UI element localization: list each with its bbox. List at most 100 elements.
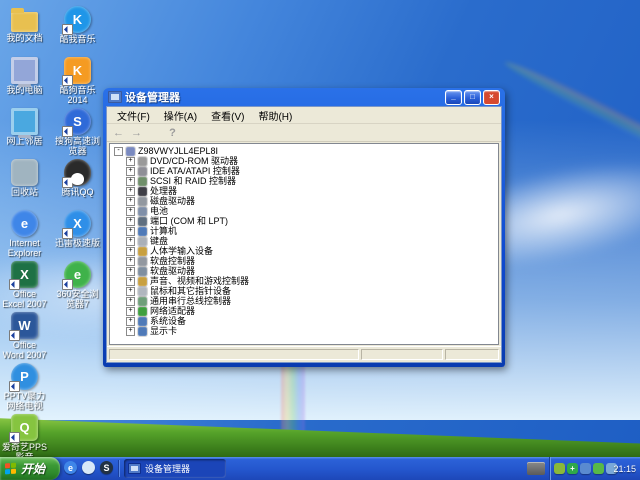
windows-logo-pane (11, 469, 16, 474)
tree-item[interactable]: + 声音、视频和游戏控制器 (114, 276, 498, 286)
tree-item-label: 软盘驱动器 (150, 266, 195, 276)
ie-quicklaunch-icon[interactable]: e (64, 461, 77, 474)
collapse-box-icon[interactable]: - (114, 147, 123, 156)
floppy-controller-icon (138, 257, 147, 266)
desktop-icon-tencent-qq[interactable]: 腾讯QQ (54, 158, 101, 209)
desktop-icon-label: 迅雷极速版 (54, 238, 101, 248)
taskbar-divider (118, 460, 119, 477)
processor-icon (138, 187, 147, 196)
desktop-icon-office-excel-2007[interactable]: X Office Excel 2007 (1, 260, 48, 311)
tree-item[interactable]: + DVD/CD-ROM 驱动器 (114, 156, 498, 166)
tree-item[interactable]: + 计算机 (114, 226, 498, 236)
desktop-icon-image (11, 108, 38, 135)
desktop-icon-label: 搜狗高速浏览器 (54, 136, 101, 156)
desktop-icon-pptv[interactable]: P PPTV聚力 网络电视 (1, 362, 48, 413)
desktop-icon-internet-explorer[interactable]: e Internet Explorer (1, 209, 48, 260)
desktop-icon-office-word-2007[interactable]: W Office Word 2007 (1, 311, 48, 362)
expand-box-icon[interactable]: + (126, 297, 135, 306)
expand-box-icon[interactable]: + (126, 167, 135, 176)
tree-item[interactable]: + 磁盘驱动器 (114, 196, 498, 206)
qq-quicklaunch-icon[interactable] (82, 461, 95, 474)
expand-box-icon[interactable]: + (126, 287, 135, 296)
tree-item[interactable]: + SCSI 和 RAID 控制器 (114, 176, 498, 186)
menu-item[interactable]: 帮助(H) (252, 107, 298, 124)
window-title: 设备管理器 (125, 89, 440, 105)
tree-root-row[interactable]: - Z98VWYJLL4EPL8I (114, 146, 498, 156)
expand-box-icon[interactable]: + (126, 217, 135, 226)
expand-box-icon[interactable]: + (126, 327, 135, 336)
toolbar: ←→? (107, 124, 501, 142)
tree-item[interactable]: + 人体学输入设备 (114, 246, 498, 256)
menu-item[interactable]: 查看(V) (205, 107, 250, 124)
tree-item-label: 键盘 (150, 236, 168, 246)
expand-box-icon[interactable]: + (126, 247, 135, 256)
tree-item[interactable]: + 软盘控制器 (114, 256, 498, 266)
expand-box-icon[interactable]: + (126, 237, 135, 246)
expand-box-icon[interactable]: + (126, 227, 135, 236)
help-icon[interactable]: ? (165, 126, 180, 140)
tree-item[interactable]: + 键盘 (114, 236, 498, 246)
tree-item-label: IDE ATA/ATAPI 控制器 (150, 166, 240, 176)
desktop-icon-network-places[interactable]: 网上邻居 (1, 107, 48, 158)
tree-item[interactable]: + 系统设备 (114, 316, 498, 326)
close-button[interactable]: × (483, 90, 500, 105)
qq-music-tray-icon[interactable] (593, 463, 604, 474)
desktop-icon-kuwo-music[interactable]: K 酷我音乐 (54, 5, 101, 56)
desktop-icon-label: Office Excel 2007 (1, 289, 48, 309)
desktop-icon-sogou-browser[interactable]: S 搜狗高速浏览器 (54, 107, 101, 158)
title-bar[interactable]: 设备管理器 _□× (106, 88, 502, 106)
expand-box-icon[interactable]: + (126, 257, 135, 266)
language-bar-icon[interactable] (527, 462, 545, 475)
tree-item[interactable]: + 端口 (COM 和 LPT) (114, 216, 498, 226)
expand-box-icon[interactable]: + (126, 307, 135, 316)
expand-box-icon[interactable]: + (126, 207, 135, 216)
taskbar-clock[interactable]: 21:15 (613, 457, 636, 480)
start-button[interactable]: 开始 (0, 457, 60, 480)
desktop-icon-image (11, 12, 38, 32)
desktop-icon-my-computer[interactable]: 我的电脑 (1, 56, 48, 107)
minimize-button[interactable]: _ (445, 90, 462, 105)
tree-item[interactable]: + 软盘驱动器 (114, 266, 498, 276)
expand-box-icon[interactable]: + (126, 187, 135, 196)
expand-box-icon[interactable]: + (126, 267, 135, 276)
xunlei-tray-icon[interactable] (580, 463, 591, 474)
expand-box-icon[interactable]: + (126, 277, 135, 286)
sogou-quicklaunch-icon[interactable]: S (100, 461, 113, 474)
forward-icon[interactable]: → (129, 126, 144, 140)
expand-box-icon[interactable]: + (126, 317, 135, 326)
start-button-label: 开始 (21, 460, 45, 477)
device-manager-icon (108, 91, 122, 103)
tree-item[interactable]: + 网络适配器 (114, 306, 498, 316)
tree-item-label: 电池 (150, 206, 168, 216)
task-button-device-manager[interactable]: 设备管理器 (124, 459, 226, 478)
desktop-icon-recycle-bin[interactable]: 回收站 (1, 158, 48, 209)
tree-item[interactable]: + 通用串行总线控制器 (114, 296, 498, 306)
scsi-raid-controller-icon (138, 177, 147, 186)
tree-item[interactable]: + 电池 (114, 206, 498, 216)
expand-box-icon[interactable]: + (126, 157, 135, 166)
desktop-icon-image: S (64, 108, 91, 135)
tree-item[interactable]: + 显示卡 (114, 326, 498, 336)
desktop-icon-my-documents[interactable]: 我的文档 (1, 5, 48, 56)
tree-item[interactable]: + IDE ATA/ATAPI 控制器 (114, 166, 498, 176)
maximize-button[interactable]: □ (464, 90, 481, 105)
desktop-icon-label: Office Word 2007 (1, 340, 48, 360)
desktop-icon-xunlei[interactable]: X 迅雷极速版 (54, 209, 101, 260)
desktop-icon-glyph: K (73, 12, 82, 27)
menu-bar: 文件(F)操作(A)查看(V)帮助(H) (107, 107, 501, 124)
desktop-icon-label: 360安全浏览器7 (54, 289, 101, 309)
battery-icon (138, 207, 147, 216)
expand-box-icon[interactable]: + (126, 197, 135, 206)
360-shield-tray-icon[interactable] (554, 463, 565, 474)
expand-box-icon[interactable]: + (126, 177, 135, 186)
tree-item[interactable]: + 鼠标和其它指针设备 (114, 286, 498, 296)
views-icon[interactable] (183, 126, 198, 140)
menu-item[interactable]: 操作(A) (158, 107, 203, 124)
360-health-tray-icon[interactable]: + (567, 463, 578, 474)
tree-item[interactable]: + 处理器 (114, 186, 498, 196)
menu-item[interactable]: 文件(F) (111, 107, 156, 124)
desktop-icon-kugou-music-2014[interactable]: K 酷狗音乐 2014 (54, 56, 101, 107)
console-window-icon[interactable] (147, 126, 162, 140)
desktop-icon-360-browser[interactable]: e 360安全浏览器7 (54, 260, 101, 311)
back-icon[interactable]: ← (111, 126, 126, 140)
